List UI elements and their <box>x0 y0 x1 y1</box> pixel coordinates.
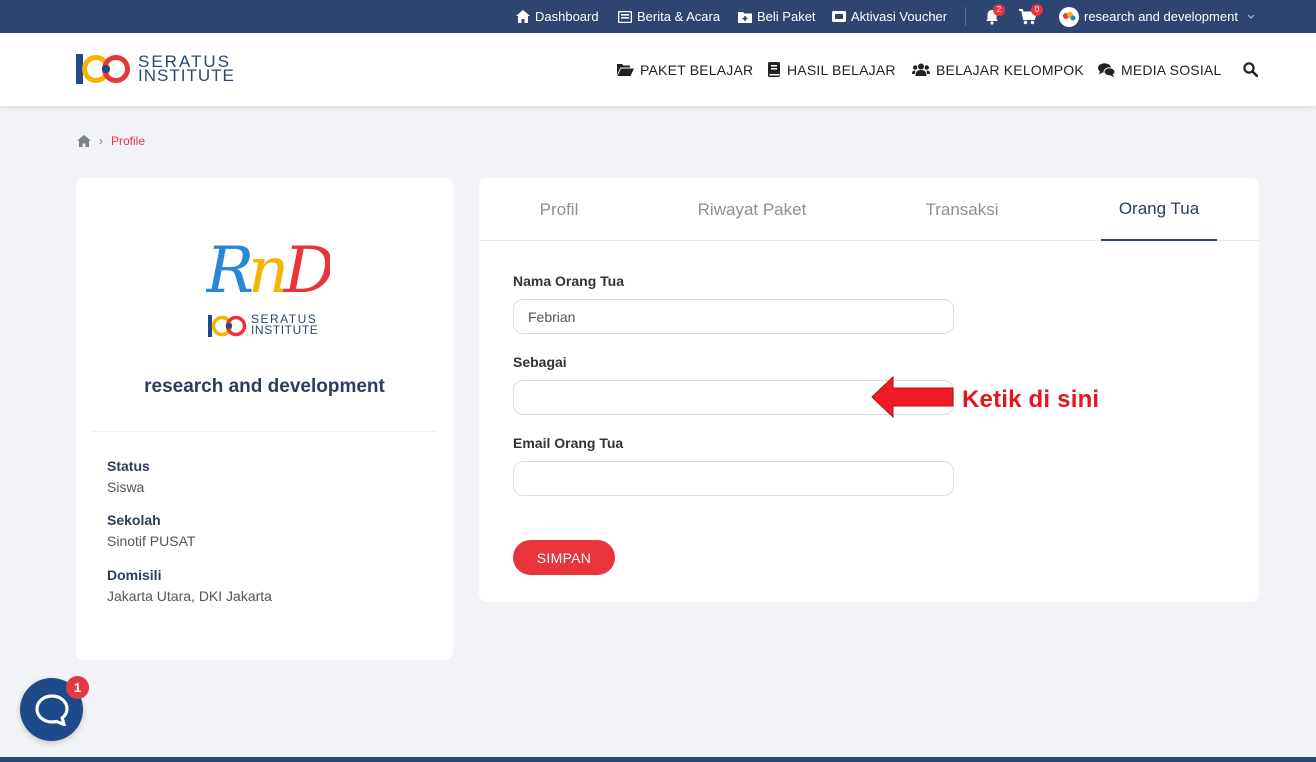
school-label: Sekolah <box>107 512 161 528</box>
nav-media-sosial[interactable]: MEDIA SOSIAL <box>1098 33 1221 106</box>
parent-name-input[interactable] <box>513 299 954 334</box>
activate-voucher-link[interactable]: Aktivasi Voucher <box>832 0 947 33</box>
parent-name-label: Nama Orang Tua <box>513 273 624 289</box>
nav-paket-belajar[interactable]: PAKET BELAJAR <box>617 33 753 106</box>
seratus-logo-icon <box>76 52 132 86</box>
search-icon <box>1243 62 1258 77</box>
domicile-label: Domisili <box>107 567 162 583</box>
footer-strip <box>0 757 1316 762</box>
news-link[interactable]: Berita & Acara <box>618 0 720 33</box>
brand-text: SERATUS INSTITUTE <box>138 52 235 85</box>
profile-form-card: Profil Riwayat Paket Transaksi Orang Tua… <box>479 178 1259 602</box>
tab-riwayat-paket[interactable]: Riwayat Paket <box>687 178 817 241</box>
tab-profil[interactable]: Profil <box>519 178 599 241</box>
search-button[interactable] <box>1243 33 1258 106</box>
book-icon <box>768 62 781 77</box>
chat-bubble-icon <box>34 693 69 726</box>
parent-email-label: Email Orang Tua <box>513 435 624 451</box>
school-value: Sinotif PUSAT <box>107 533 196 549</box>
chevron-down-icon <box>1247 14 1255 19</box>
svg-text:R: R <box>206 234 254 308</box>
profile-logo: R n D SERATUS INSTITUTE <box>206 230 330 342</box>
notification-badge: 2 <box>993 4 1005 16</box>
breadcrumb-separator: › <box>99 134 103 148</box>
annotation-text: Ketik di sini <box>962 386 1100 413</box>
status-label: Status <box>107 458 150 474</box>
ticket-icon <box>832 11 846 22</box>
divider <box>965 7 966 26</box>
folder-open-icon <box>617 63 634 76</box>
user-menu[interactable]: research and development <box>1059 0 1255 33</box>
chat-badge: 1 <box>66 676 89 699</box>
relation-label: Sebagai <box>513 354 567 370</box>
comments-icon <box>1098 62 1115 77</box>
folder-plus-icon <box>738 11 752 23</box>
svg-text:D: D <box>283 234 330 308</box>
breadcrumb: › Profile <box>77 134 145 148</box>
brand-logo[interactable]: SERATUS INSTITUTE <box>76 52 235 86</box>
profile-tabs: Profil Riwayat Paket Transaksi Orang Tua <box>479 178 1259 241</box>
domicile-value: Jakarta Utara, DKI Jakarta <box>107 588 272 604</box>
tab-transaksi[interactable]: Transaksi <box>909 178 1015 241</box>
divider <box>92 431 436 432</box>
top-bar: Dashboard Berita & Acara Beli Paket Akti… <box>0 0 1316 33</box>
nav-belajar-kelompok[interactable]: BELAJAR KELOMPOK <box>912 33 1084 106</box>
newspaper-icon <box>618 10 632 23</box>
tab-orang-tua[interactable]: Orang Tua <box>1101 178 1217 241</box>
profile-summary-card: R n D SERATUS INSTITUTE research and dev… <box>76 178 453 660</box>
home-icon[interactable] <box>77 135 91 147</box>
buy-package-link[interactable]: Beli Paket <box>738 0 816 33</box>
status-value: Siswa <box>107 479 145 495</box>
main-header: SERATUS INSTITUTE PAKET BELAJAR HASIL BE… <box>0 33 1316 106</box>
dashboard-link[interactable]: Dashboard <box>516 0 599 33</box>
parent-email-input[interactable] <box>513 461 954 496</box>
annotation-arrow-icon <box>871 376 955 418</box>
avatar <box>1059 6 1079 27</box>
cart-badge: 0 <box>1031 4 1043 16</box>
breadcrumb-current: Profile <box>111 134 146 148</box>
profile-name: research and development <box>144 376 385 397</box>
home-icon <box>516 10 530 23</box>
profile-logo-brand: SERATUS INSTITUTE <box>251 312 319 337</box>
save-button[interactable]: SIMPAN <box>513 540 615 575</box>
nav-hasil-belajar[interactable]: HASIL BELAJAR <box>768 33 896 106</box>
users-icon <box>912 63 930 76</box>
